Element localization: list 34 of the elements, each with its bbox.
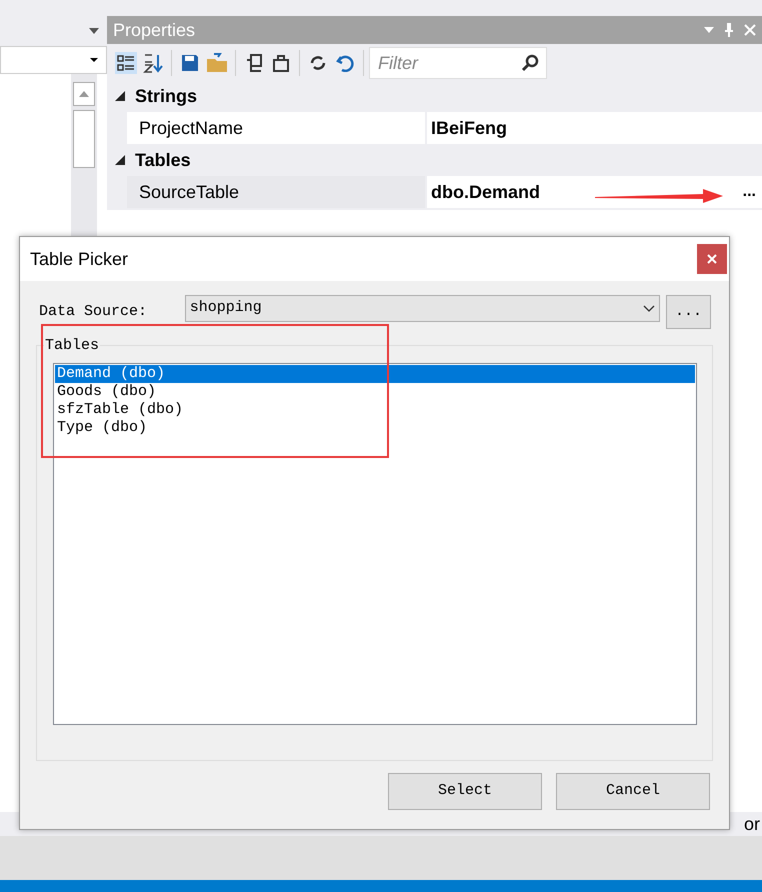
data-source-dropdown[interactable]: shopping xyxy=(184,295,660,322)
category-label: Tables xyxy=(135,148,191,172)
property-value: dbo.Demand xyxy=(431,180,540,204)
category-label: Strings xyxy=(135,84,198,108)
search-icon[interactable] xyxy=(521,54,539,72)
property-row[interactable]: ProjectName IBeiFeng xyxy=(127,112,762,144)
filter-field[interactable]: Filter xyxy=(369,47,547,79)
scroll-thumb[interactable] xyxy=(73,110,95,168)
caret-icon xyxy=(643,305,656,312)
dropdown-icon[interactable] xyxy=(89,28,99,34)
caret-icon xyxy=(90,58,98,62)
dialog-title: Table Picker xyxy=(30,248,128,270)
close-icon xyxy=(707,254,717,264)
list-item[interactable]: sfzTable (dbo) xyxy=(55,401,695,419)
browse-button[interactable]: ... xyxy=(666,295,711,329)
property-value: IBeiFeng xyxy=(431,116,508,140)
close-icon[interactable] xyxy=(744,24,756,36)
list-item[interactable]: Goods (dbo) xyxy=(55,383,695,401)
panel-title: Properties xyxy=(113,18,196,42)
dialog-button[interactable]: Cancel xyxy=(556,773,710,810)
dialog-button[interactable]: Select xyxy=(388,773,542,810)
field-label: Data Source: xyxy=(39,302,148,322)
scroll-up-icon[interactable] xyxy=(79,91,89,97)
close-button[interactable] xyxy=(697,244,727,274)
property-row[interactable]: SourceTable dbo.Demand ... xyxy=(127,176,762,208)
pin-icon[interactable] xyxy=(724,23,734,37)
ellipsis-button[interactable]: ... xyxy=(742,180,756,204)
dropdown-field[interactable] xyxy=(0,46,107,74)
expanded-icon[interactable] xyxy=(115,91,125,101)
tab-label: or xyxy=(744,812,760,836)
expanded-icon[interactable] xyxy=(115,155,125,165)
categorized-icon[interactable] xyxy=(113,49,139,77)
list-item[interactable]: Type (dbo) xyxy=(55,419,695,437)
list-item[interactable]: Demand (dbo) xyxy=(55,365,695,383)
